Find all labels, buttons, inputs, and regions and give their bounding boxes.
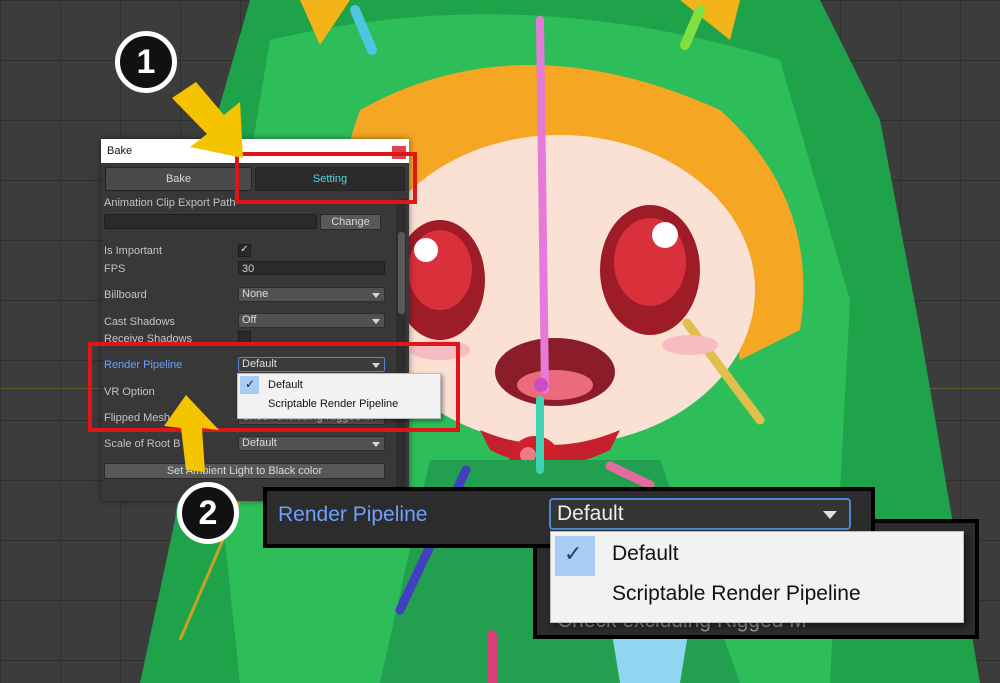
zoom-render-pipeline-dropdown[interactable]: Default — [549, 498, 851, 530]
fps-field[interactable]: 30 — [238, 261, 385, 275]
zoom-option-default[interactable]: Default — [612, 542, 679, 566]
chevron-down-icon — [372, 442, 380, 447]
scrollbar-thumb[interactable] — [398, 232, 405, 314]
change-button[interactable]: Change — [320, 214, 381, 230]
cast-shadows-label: Cast Shadows — [104, 316, 175, 328]
is-important-label: Is Important — [104, 245, 163, 257]
fps-label: FPS — [104, 263, 126, 275]
chevron-down-icon — [372, 319, 380, 324]
step-1-badge: 1 — [115, 31, 177, 93]
step-2-badge: 2 — [177, 482, 239, 544]
check-icon: ✓ — [240, 244, 249, 255]
scale-of-root-bone-value: Default — [242, 437, 277, 449]
zoom-option-scriptable-render-pipeline[interactable]: Scriptable Render Pipeline — [612, 582, 861, 606]
render-pipeline-highlight — [88, 342, 460, 432]
scale-of-root-bone-label: Scale of Root B — [104, 438, 181, 450]
billboard-value: None — [242, 288, 269, 300]
check-icon: ✓ — [564, 541, 583, 566]
animation-clip-export-path-label: Animation Clip Export Path — [104, 197, 236, 209]
zoom-render-pipeline-popup: ✓ Default Scriptable Render Pipeline — [550, 531, 964, 623]
zoom-render-pipeline-label: Render Pipeline — [278, 503, 428, 526]
setting-tab-highlight — [235, 152, 417, 204]
scale-of-root-bone-dropdown[interactable]: Default — [238, 436, 385, 451]
is-important-checkbox[interactable]: ✓ — [238, 244, 251, 257]
cast-shadows-dropdown[interactable]: Off — [238, 313, 385, 328]
billboard-dropdown[interactable]: None — [238, 287, 385, 302]
export-path-field[interactable] — [104, 214, 317, 229]
chevron-down-icon — [372, 293, 380, 298]
set-ambient-light-button[interactable]: Set Ambient Light to Black color — [104, 463, 385, 479]
cast-shadows-value: Off — [242, 314, 257, 326]
chevron-down-icon — [823, 511, 837, 519]
billboard-label: Billboard — [104, 289, 147, 301]
window-title: Bake — [107, 145, 133, 157]
zoom-dropdown-value: Default — [557, 502, 624, 525]
tab-bake[interactable]: Bake — [105, 167, 252, 191]
